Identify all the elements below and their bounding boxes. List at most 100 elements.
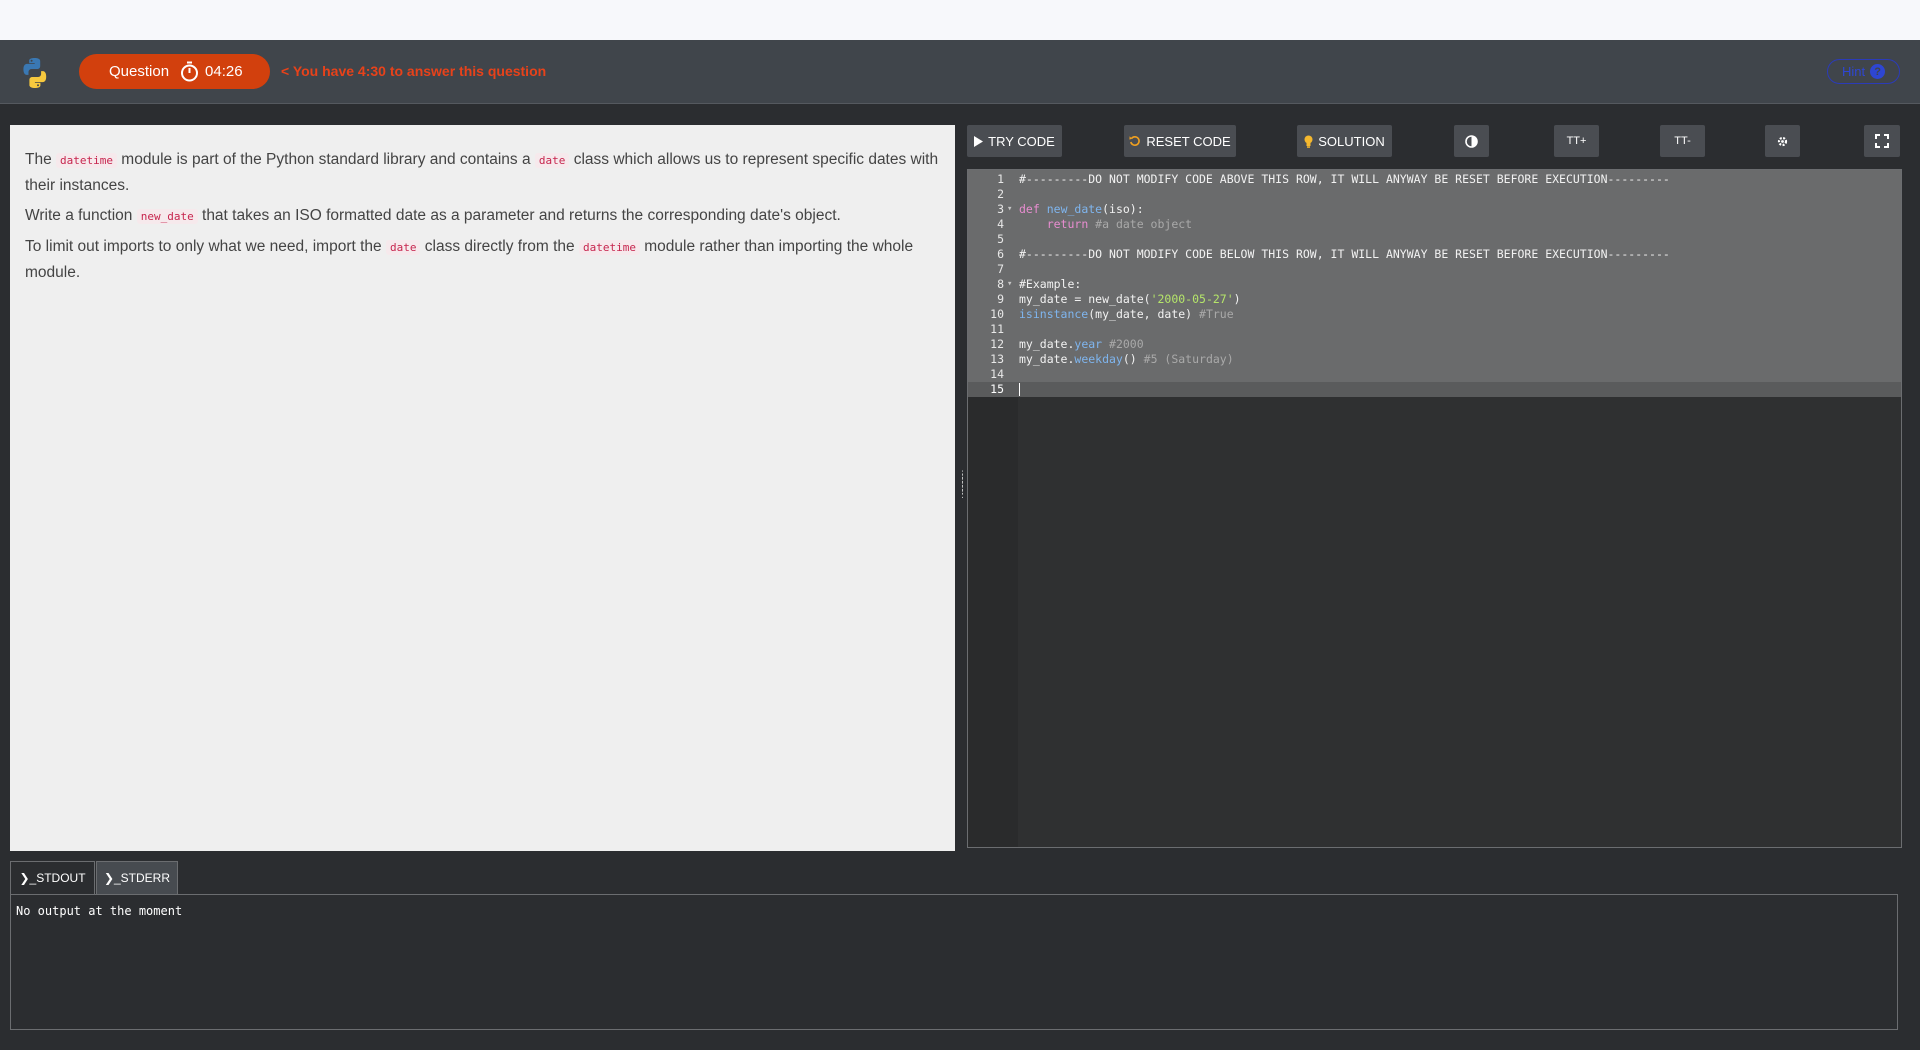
- code-string: '2000-05-27': [1150, 292, 1234, 306]
- hint-label: Hint: [1841, 64, 1866, 79]
- try-code-button[interactable]: TRY CODE: [967, 125, 1062, 157]
- line-number: 15: [990, 382, 1004, 396]
- code-line: 5: [968, 232, 1901, 247]
- line-number: 9: [997, 292, 1004, 306]
- theme-toggle-button[interactable]: [1454, 125, 1489, 157]
- line-number: 8: [997, 277, 1004, 291]
- line-number: 12: [990, 337, 1004, 351]
- code-line: 14: [968, 367, 1901, 382]
- question-paragraph-2: Write a function new_date that takes an …: [25, 203, 940, 229]
- hint-button[interactable]: Hint ?: [1827, 59, 1900, 84]
- code-line: 9 my_date = new_date('2000-05-27'): [968, 292, 1901, 307]
- code-line: 3 ▾ def new_date(iso):: [968, 202, 1901, 217]
- settings-button[interactable]: [1765, 125, 1800, 157]
- header-bar: Question 04:26 < You have 4:30 to answer…: [0, 40, 1920, 104]
- code-text: #---------DO NOT MODIFY CODE ABOVE THIS …: [1019, 172, 1670, 186]
- code-function: isinstance: [1019, 307, 1089, 321]
- code-comment: #a date object: [1088, 217, 1193, 231]
- question-text: The: [25, 151, 57, 168]
- code-property: weekday: [1074, 352, 1123, 366]
- code-text: my_date.year #2000: [1019, 337, 1144, 352]
- gear-icon: [1777, 136, 1788, 146]
- line-number: 5: [997, 232, 1004, 246]
- fullscreen-button[interactable]: [1864, 125, 1900, 157]
- code-line: 6 #---------DO NOT MODIFY CODE BELOW THIS…: [968, 247, 1901, 262]
- code-line-active: 15: [968, 382, 1901, 397]
- panel-resize-handle[interactable]: ⋮ ⋮ ⋮ ⋮ ⋮ ⋮: [958, 470, 967, 504]
- contrast-icon: [1465, 134, 1478, 148]
- code-line: 7: [968, 262, 1901, 277]
- line-number: 6: [997, 247, 1004, 261]
- fullscreen-icon: [1875, 134, 1889, 148]
- code-line: 11: [968, 322, 1901, 337]
- font-decrease-button[interactable]: TT-: [1660, 125, 1705, 157]
- timer-value: 04:26: [205, 63, 243, 80]
- question-text: class directly from the: [420, 238, 579, 255]
- inline-code: date: [385, 240, 421, 255]
- code-plain: (): [1122, 352, 1144, 366]
- python-logo-icon[interactable]: [18, 56, 52, 90]
- browser-top-strip: [0, 0, 1920, 40]
- code-comment: #2000: [1102, 337, 1144, 351]
- question-timer-pill: Question 04:26: [79, 54, 270, 89]
- inline-code: new_date: [136, 209, 198, 224]
- code-line: 1 #---------DO NOT MODIFY CODE ABOVE THIS…: [968, 172, 1901, 187]
- line-number: 3: [997, 202, 1004, 216]
- code-editor[interactable]: 1 #---------DO NOT MODIFY CODE ABOVE THIS…: [967, 169, 1902, 848]
- reset-code-button[interactable]: RESET CODE: [1124, 125, 1236, 157]
- code-line: 2: [968, 187, 1901, 202]
- line-number: 14: [990, 367, 1004, 381]
- line-number: 7: [997, 262, 1004, 276]
- text-cursor: [1019, 382, 1020, 397]
- code-line: 4 return #a date object: [968, 217, 1901, 232]
- lightbulb-icon: [1304, 135, 1313, 148]
- fold-arrow-icon[interactable]: ▾: [1007, 202, 1012, 217]
- code-text: #Example:: [1019, 277, 1082, 291]
- reset-icon: [1129, 136, 1141, 146]
- code-plain: (my_date, date): [1088, 307, 1200, 321]
- code-plain: my_date = new_date(: [1019, 292, 1151, 306]
- code-plain: (iso):: [1102, 202, 1144, 216]
- output-text: No output at the moment: [16, 904, 183, 918]
- code-keyword: return: [1046, 217, 1089, 231]
- play-icon: [974, 135, 984, 147]
- line-number: 11: [990, 322, 1004, 336]
- tab-stdout[interactable]: ❯_STDOUT: [10, 861, 95, 894]
- output-console: No output at the moment: [10, 894, 1898, 1030]
- code-plain: my_date.: [1019, 352, 1075, 366]
- code-line: 10 isinstance(my_date, date) #True: [968, 307, 1901, 322]
- code-comment: #True: [1199, 307, 1234, 321]
- code-comment: #5 (Saturday): [1143, 352, 1234, 366]
- question-text: that takes an ISO formatted date as a pa…: [197, 207, 841, 224]
- code-function: new_date: [1046, 202, 1103, 216]
- code-plain: ): [1233, 292, 1241, 306]
- code-line: 13 my_date.weekday() #5 (Saturday): [968, 352, 1901, 367]
- fold-arrow-icon[interactable]: ▾: [1007, 277, 1012, 292]
- question-mark-icon: ?: [1870, 64, 1886, 79]
- code-text: return #a date object: [1019, 217, 1192, 232]
- code-keyword: def: [1019, 202, 1040, 216]
- code-text: def new_date(iso):: [1019, 202, 1144, 217]
- inline-code: date: [534, 153, 570, 168]
- solution-button[interactable]: SOLUTION: [1297, 125, 1392, 157]
- question-label: Question: [109, 63, 170, 80]
- font-decrease-icon: TT-: [1674, 135, 1691, 147]
- question-paragraph-3: To limit out imports to only what we nee…: [25, 234, 940, 285]
- tab-stderr[interactable]: ❯_STDERR: [96, 861, 178, 894]
- code-plain: my_date.: [1019, 337, 1075, 351]
- question-panel: The datetime module is part of the Pytho…: [10, 125, 955, 851]
- code-property: year: [1074, 337, 1103, 351]
- code-text: isinstance(my_date, date) #True: [1019, 307, 1234, 322]
- try-code-label: TRY CODE: [988, 133, 1055, 149]
- solution-label: SOLUTION: [1318, 133, 1385, 149]
- line-number: 2: [997, 187, 1004, 201]
- question-text: module is part of the Python standard li…: [117, 151, 535, 168]
- line-number: 13: [990, 352, 1004, 366]
- stopwatch-icon: [180, 61, 199, 82]
- font-increase-icon: TT+: [1566, 135, 1587, 147]
- question-text: Write a function: [25, 207, 137, 224]
- line-number: 1: [997, 172, 1004, 186]
- editor-toolbar: TRY CODE RESET CODE SOLUTION TT+ TT-: [967, 125, 1902, 159]
- font-increase-button[interactable]: TT+: [1554, 125, 1599, 157]
